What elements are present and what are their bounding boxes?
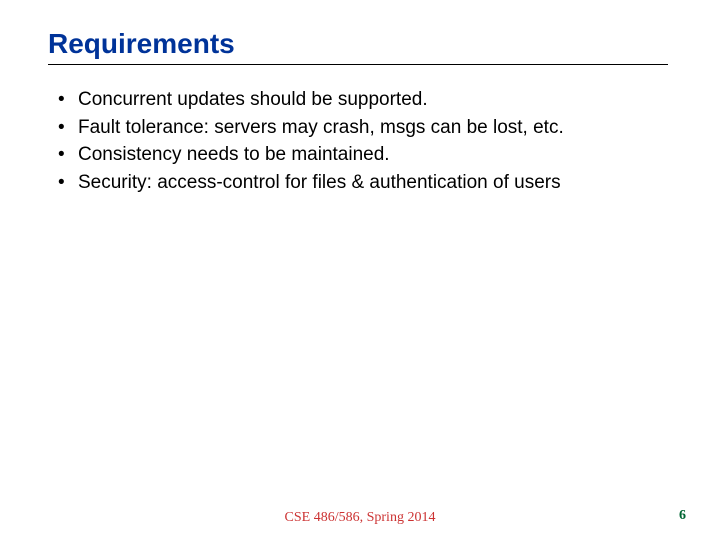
bullet-list: Concurrent updates should be supported. … — [48, 87, 672, 196]
footer: CSE 486/586, Spring 2014 — [0, 510, 720, 526]
bullet-item: Consistency needs to be maintained. — [58, 142, 672, 168]
slide-container: Requirements Concurrent updates should b… — [0, 0, 720, 540]
title-underline — [48, 64, 668, 65]
slide-title: Requirements — [48, 28, 672, 60]
bullet-item: Security: access-control for files & aut… — [58, 170, 672, 196]
bullet-item: Concurrent updates should be supported. — [58, 87, 672, 113]
footer-text: CSE 486/586, Spring 2014 — [285, 510, 436, 526]
page-number: 6 — [679, 508, 686, 524]
bullet-item: Fault tolerance: servers may crash, msgs… — [58, 115, 672, 141]
